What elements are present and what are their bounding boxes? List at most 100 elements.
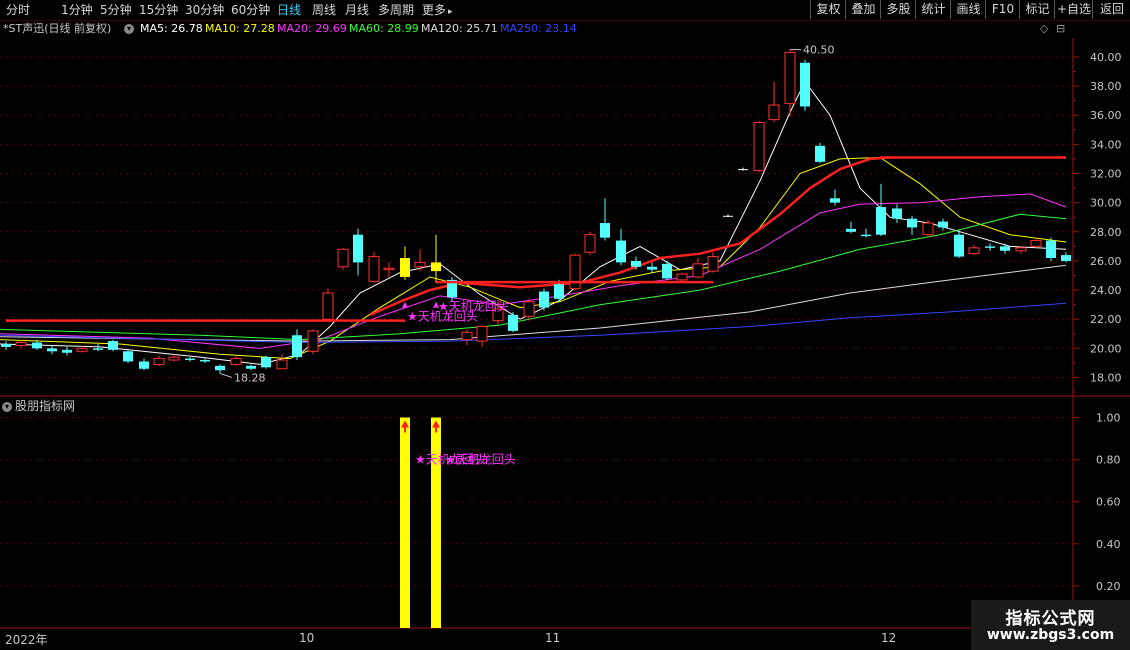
period-5min[interactable]: 5分钟 [100, 2, 132, 18]
candle-body [1046, 240, 1056, 259]
candle-body [647, 266, 657, 270]
watermark-title: 指标公式网 [1005, 609, 1096, 629]
candle-body-up [461, 331, 473, 341]
indicator-bars: ★天机龙回头★天机龙回头 [400, 417, 516, 628]
candle-body-up [230, 358, 242, 365]
candle-body [861, 234, 871, 237]
stats-button[interactable]: 统计 [915, 0, 951, 19]
signal-arrow-icon [402, 301, 408, 308]
candle-body [539, 291, 549, 308]
price-tick-label: 32.00 [1090, 168, 1122, 181]
date-label-dec: 12 [881, 631, 897, 645]
candle-body-up [569, 254, 581, 290]
candle-body [738, 169, 748, 171]
candle-body [938, 221, 948, 228]
candle-body-up [768, 104, 780, 121]
candle-body-up [692, 263, 704, 278]
candle-body [261, 357, 271, 368]
period-daily[interactable]: 日线 [277, 2, 301, 18]
candle-body-up [676, 273, 688, 281]
ma5-line [0, 80, 1067, 365]
date-label-oct: 10 [299, 631, 315, 645]
candle-body [907, 218, 917, 228]
date-label-nov: 11 [545, 631, 561, 645]
candle-body-up [153, 358, 165, 365]
period-monthly[interactable]: 月线 [345, 2, 369, 18]
indicator-bar [431, 417, 441, 628]
panel-menu-icon[interactable]: ▾ [2, 401, 12, 412]
price-tick-label: 26.00 [1090, 255, 1122, 268]
candle-body [846, 228, 856, 232]
low-marker [219, 372, 233, 378]
candle-body-up [753, 122, 765, 172]
candle-body-up [523, 301, 535, 317]
site-watermark: 指标公式网 www.zbgs3.com [971, 600, 1130, 650]
price-axis: 40.00 38.00 36.00 34.00 32.00 30.00 28.00 26.00… [1073, 51, 1122, 593]
candle-body [292, 335, 302, 358]
period-15min[interactable]: 15分钟 [139, 2, 178, 18]
low-price-label: 18.28 [234, 371, 266, 384]
f10-button[interactable]: F10 [985, 0, 1020, 19]
indicator-tick-label: 0.40 [1096, 538, 1121, 551]
price-tick-label: 20.00 [1090, 342, 1122, 355]
grid-lines [0, 38, 1130, 629]
candle-body [1061, 255, 1071, 261]
candle-body [954, 234, 964, 257]
period-fenshi[interactable]: 分时 [6, 2, 30, 18]
period-weekly[interactable]: 周线 [312, 2, 336, 18]
candle-body [108, 341, 118, 350]
date-label-2022: 2022年 [5, 633, 48, 647]
period-multi[interactable]: 多周期 [378, 2, 414, 18]
price-tick-label: 24.00 [1090, 284, 1122, 297]
kline-chart[interactable]: 40.5018.28★天机龙回头★天机龙回头 40.0038.0036.0034… [0, 20, 1130, 630]
candle-body [215, 365, 225, 371]
price-tick-label: 34.00 [1090, 138, 1122, 151]
candle-body [616, 240, 626, 263]
candle-body [47, 348, 57, 352]
overlay-button[interactable]: 叠加 [845, 0, 881, 19]
ma10-line [0, 156, 1067, 360]
indicator-panel-title[interactable]: ▾ 股朋指标网 [2, 397, 75, 415]
multi-stock-button[interactable]: 多股 [880, 0, 916, 19]
candle-body [892, 208, 902, 219]
candle-body-up [784, 52, 796, 105]
adjust-button[interactable]: 复权 [810, 0, 846, 19]
mark-button[interactable]: 标记 [1019, 0, 1055, 19]
candle-body [800, 62, 810, 107]
indicator-tick-label: 0.60 [1096, 496, 1121, 509]
candle-body-up [968, 247, 980, 255]
candle-body [830, 198, 840, 203]
candle-body [185, 358, 195, 361]
indicator-name: 股朋指标网 [15, 399, 76, 413]
candle-body-up [922, 222, 934, 236]
indicator-signal-label: ★天机龙回头 [445, 453, 516, 467]
candle-body [353, 234, 363, 263]
date-axis: 2022年 10 11 12 [0, 629, 1073, 650]
period-1min[interactable]: 1分钟 [61, 2, 93, 18]
candle-body [93, 348, 103, 350]
candle-body-up [307, 330, 319, 352]
period-30min[interactable]: 30分钟 [185, 2, 224, 18]
indicator-tick-label: 0.20 [1096, 580, 1121, 593]
price-tick-label: 38.00 [1090, 80, 1122, 93]
candle-body [554, 284, 564, 299]
price-tick-label: 22.00 [1090, 313, 1122, 326]
candle-body-up [368, 256, 380, 282]
signal-label: ★天机龙回头 [438, 299, 509, 313]
candle-body-up [322, 292, 334, 320]
high-price-label: 40.50 [803, 44, 835, 57]
candle-body [1, 344, 11, 347]
draw-line-button[interactable]: 画线 [950, 0, 986, 19]
candle-body [508, 314, 518, 331]
back-button[interactable]: 返回 [1092, 0, 1130, 19]
candle-body-up [584, 234, 596, 253]
period-60min[interactable]: 60分钟 [231, 2, 270, 18]
candle-body [139, 361, 149, 369]
candlesticks [1, 49, 1071, 374]
indicator-bar [400, 417, 410, 628]
candle-body [662, 263, 672, 279]
candle-body-up [168, 356, 180, 361]
add-watchlist-button[interactable]: +自选 [1054, 0, 1093, 19]
candle-body [431, 262, 441, 272]
period-more[interactable]: 更多 ▸ [422, 2, 453, 18]
